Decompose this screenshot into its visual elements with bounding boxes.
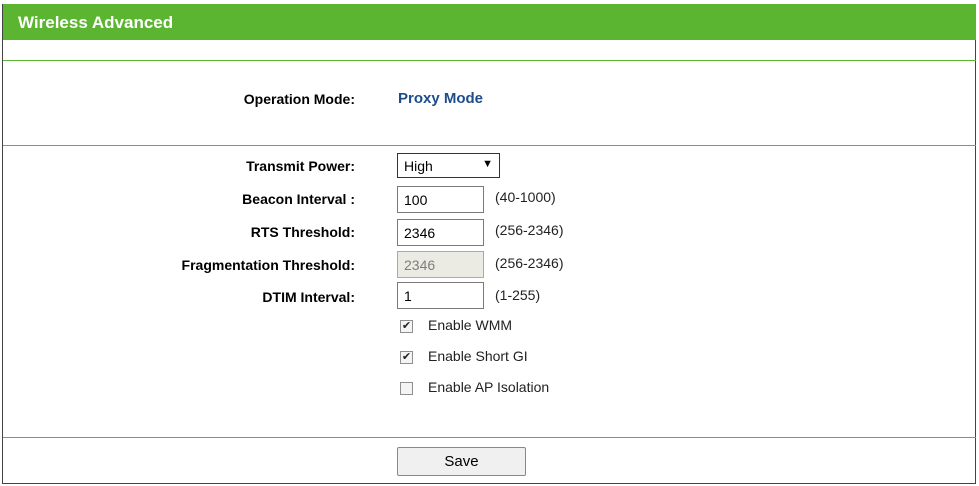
fragmentation-threshold-label: Fragmentation Threshold: <box>181 257 355 273</box>
save-button[interactable]: Save <box>397 447 526 476</box>
rts-threshold-label: RTS Threshold: <box>250 224 355 240</box>
dropdown-arrow-icon: ▼ <box>482 158 493 170</box>
enable-ap-isolation-checkbox[interactable] <box>400 382 413 395</box>
content-frame <box>2 4 976 484</box>
transmit-power-selected: High <box>404 158 433 174</box>
dtim-interval-range: (1-255) <box>495 287 541 303</box>
divider <box>3 145 976 146</box>
enable-short-gi-label: Enable Short GI <box>428 348 528 364</box>
dtim-interval-label: DTIM Interval: <box>262 289 355 305</box>
divider <box>3 437 976 438</box>
beacon-interval-input[interactable] <box>397 186 484 213</box>
rts-threshold-range: (256-2346) <box>495 222 564 238</box>
operation-mode-value: Proxy Mode <box>398 90 484 107</box>
transmit-power-select[interactable]: High ▼ <box>397 153 500 178</box>
page-header: Wireless Advanced <box>3 4 976 40</box>
rts-threshold-input[interactable] <box>397 219 484 246</box>
page-title: Wireless Advanced <box>18 13 174 32</box>
dtim-interval-input[interactable] <box>397 282 484 309</box>
enable-short-gi-checkbox[interactable]: ✔ <box>400 351 413 364</box>
enable-ap-isolation-label: Enable AP Isolation <box>428 379 550 395</box>
beacon-interval-label: Beacon Interval : <box>242 191 355 207</box>
enable-wmm-label: Enable WMM <box>428 317 513 333</box>
fragmentation-threshold-input <box>397 251 484 278</box>
fragmentation-threshold-range: (256-2346) <box>495 255 564 271</box>
enable-wmm-checkbox[interactable]: ✔ <box>400 320 413 333</box>
beacon-interval-range: (40-1000) <box>495 189 556 205</box>
transmit-power-label: Transmit Power: <box>246 158 355 174</box>
divider <box>3 60 976 61</box>
operation-mode-label: Operation Mode: <box>243 91 355 107</box>
